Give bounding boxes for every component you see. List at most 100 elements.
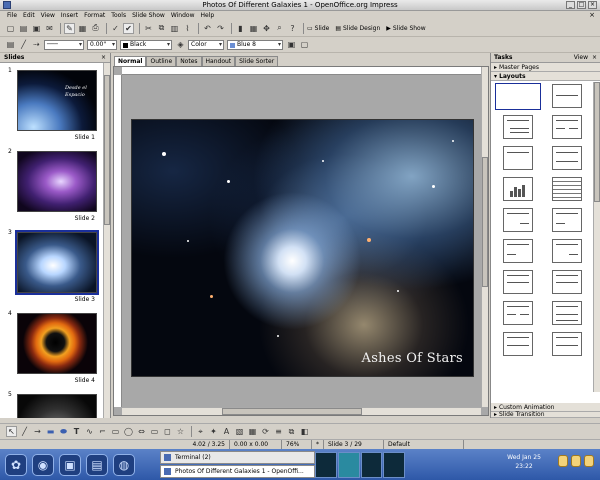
area-color-select[interactable]: Blue 8 [227,39,283,50]
tasks-view-menu[interactable]: View [574,53,588,63]
slide-work-area[interactable]: Ashes Of Stars [113,66,489,416]
layout-title-4-objects[interactable] [542,299,591,327]
terminal-launcher-icon[interactable]: ▣ [59,453,81,476]
export-pdf-icon[interactable]: ▦ [77,23,88,34]
layout-title-only[interactable] [542,82,591,110]
layout-title-table[interactable] [542,175,591,203]
menu-edit[interactable]: Edit [23,12,35,19]
slide-button[interactable]: ▭ Slide [307,25,329,32]
zoom-icon[interactable]: ⌕ [274,23,285,34]
slide-thumbnail-4[interactable]: 4 Slide 4 [0,306,110,387]
menu-insert[interactable]: Insert [61,12,78,19]
scrollbar-thumb[interactable] [594,82,600,202]
file-manager-icon[interactable]: ▤ [86,453,108,476]
minimize-button[interactable]: _ [566,1,575,9]
workspace-1[interactable] [315,452,337,478]
menu-window[interactable]: Window [171,12,195,19]
from-file-icon[interactable]: ▧ [234,426,245,437]
close-document-icon[interactable]: × [589,11,595,19]
rotate-icon[interactable]: ⟳ [260,426,271,437]
layout-title-vertical-text[interactable] [493,330,542,358]
tray-icon[interactable] [558,455,568,467]
graphic-styles-icon[interactable]: ▤ [5,39,16,50]
table-icon[interactable]: ▦ [248,23,259,34]
block-arrows-icon[interactable]: ⇔ [136,426,147,437]
alignment-icon[interactable]: ≡ [273,426,284,437]
clock[interactable]: Wed Jan 25 23:22 [494,453,554,471]
shadow-icon[interactable]: ▣ [286,39,297,50]
stop-icon[interactable]: ▢ [299,39,310,50]
tab-notes[interactable]: Notes [176,56,202,66]
layout-title-2-content[interactable] [542,113,591,141]
layouts-scrollbar[interactable] [593,82,600,392]
tab-normal[interactable]: Normal [114,56,147,66]
browser-icon[interactable]: ◍ [113,453,135,476]
line-icon[interactable]: ╱ [18,39,29,50]
line-style-select[interactable]: ─── [44,39,84,50]
line-width-field[interactable]: 0.00" [87,39,117,50]
help-icon[interactable]: ? [287,23,298,34]
eyes-icon[interactable]: ◉ [32,453,54,476]
current-slide[interactable]: Ashes Of Stars [131,119,474,377]
line-tool-icon[interactable]: ╱ [19,426,30,437]
close-panel-icon[interactable]: × [101,53,106,63]
email-icon[interactable]: ✉ [44,23,55,34]
slides-scrollbar[interactable] [103,63,110,418]
scrollbar-thumb[interactable] [104,75,110,225]
rectangle-icon[interactable]: ▬ [45,426,56,437]
spellcheck-icon[interactable]: ✓ [110,23,121,34]
stars-icon[interactable]: ☆ [175,426,186,437]
menu-file[interactable]: File [7,12,17,19]
area-style-select[interactable]: Color [188,39,224,50]
autospellcheck-icon[interactable]: ✔ [123,22,134,34]
close-button[interactable]: × [588,1,597,9]
scrollbar-thumb[interactable] [482,157,488,287]
copy-icon[interactable]: ⧉ [156,23,167,34]
tab-slide-sorter[interactable]: Slide Sorter [235,56,279,66]
layout-title-content[interactable] [493,113,542,141]
layout-title-clipart-text[interactable] [493,206,542,234]
workspace-2[interactable] [337,452,360,478]
layout-centered-text[interactable] [542,144,591,172]
status-zoom[interactable]: 76% [282,440,312,449]
tab-handout[interactable]: Handout [201,56,236,66]
save-icon[interactable]: ▣ [31,23,42,34]
layout-title-chart[interactable] [493,175,542,203]
scrollbar-thumb[interactable] [222,408,362,415]
slide-thumbnail-image[interactable] [17,394,97,418]
maximize-button[interactable]: □ [577,1,586,9]
layout-vertical-title-text[interactable] [542,330,591,358]
undo-icon[interactable]: ↶ [202,23,213,34]
close-panel-icon[interactable]: × [592,53,597,63]
select-arrow-icon[interactable]: ↖ [6,426,17,437]
layout-title-object-text[interactable] [493,268,542,296]
tray-icon[interactable] [584,455,594,467]
slide-thumbnail-1[interactable]: 1 Desde el Espacio Slide 1 [0,63,110,144]
basic-shapes-icon[interactable]: ▭ [110,426,121,437]
slide-show-button[interactable]: ▶ Slide Show [386,25,425,32]
slide-thumbnail-image-selected[interactable] [15,230,99,295]
layout-title-2-text[interactable] [493,299,542,327]
fontwork-icon[interactable]: A [221,426,232,437]
arrow-line-icon[interactable]: → [32,426,43,437]
slide-thumbnail-image[interactable] [17,151,97,212]
open-folder-icon[interactable]: ▤ [18,23,29,34]
print-icon[interactable]: ⎙ [90,23,101,34]
menu-view[interactable]: View [41,12,55,19]
work-area-vertical-scrollbar[interactable] [481,67,488,407]
layout-title-text[interactable] [493,144,542,172]
menu-help[interactable]: Help [201,12,215,19]
task-impress[interactable]: Photos Of Different Galaxies 1 - OpenOff… [160,465,315,478]
points-icon[interactable]: ⌖ [195,426,206,437]
slide-title-text[interactable]: Ashes Of Stars [362,351,464,366]
menu-format[interactable]: Format [84,12,105,19]
slide-thumbnail-2[interactable]: 2 Slide 2 [0,144,110,225]
extrusion-icon[interactable]: ◧ [299,426,310,437]
layout-blank[interactable] [493,82,542,110]
task-terminal[interactable]: Terminal (2) [160,451,315,464]
gallery-icon[interactable]: ▦ [247,426,258,437]
glue-points-icon[interactable]: ✦ [208,426,219,437]
layout-title-text-object[interactable] [542,268,591,296]
slide-thumbnail-3[interactable]: 3 Slide 3 [0,225,110,306]
app-menu-icon[interactable]: ✿ [5,453,27,476]
